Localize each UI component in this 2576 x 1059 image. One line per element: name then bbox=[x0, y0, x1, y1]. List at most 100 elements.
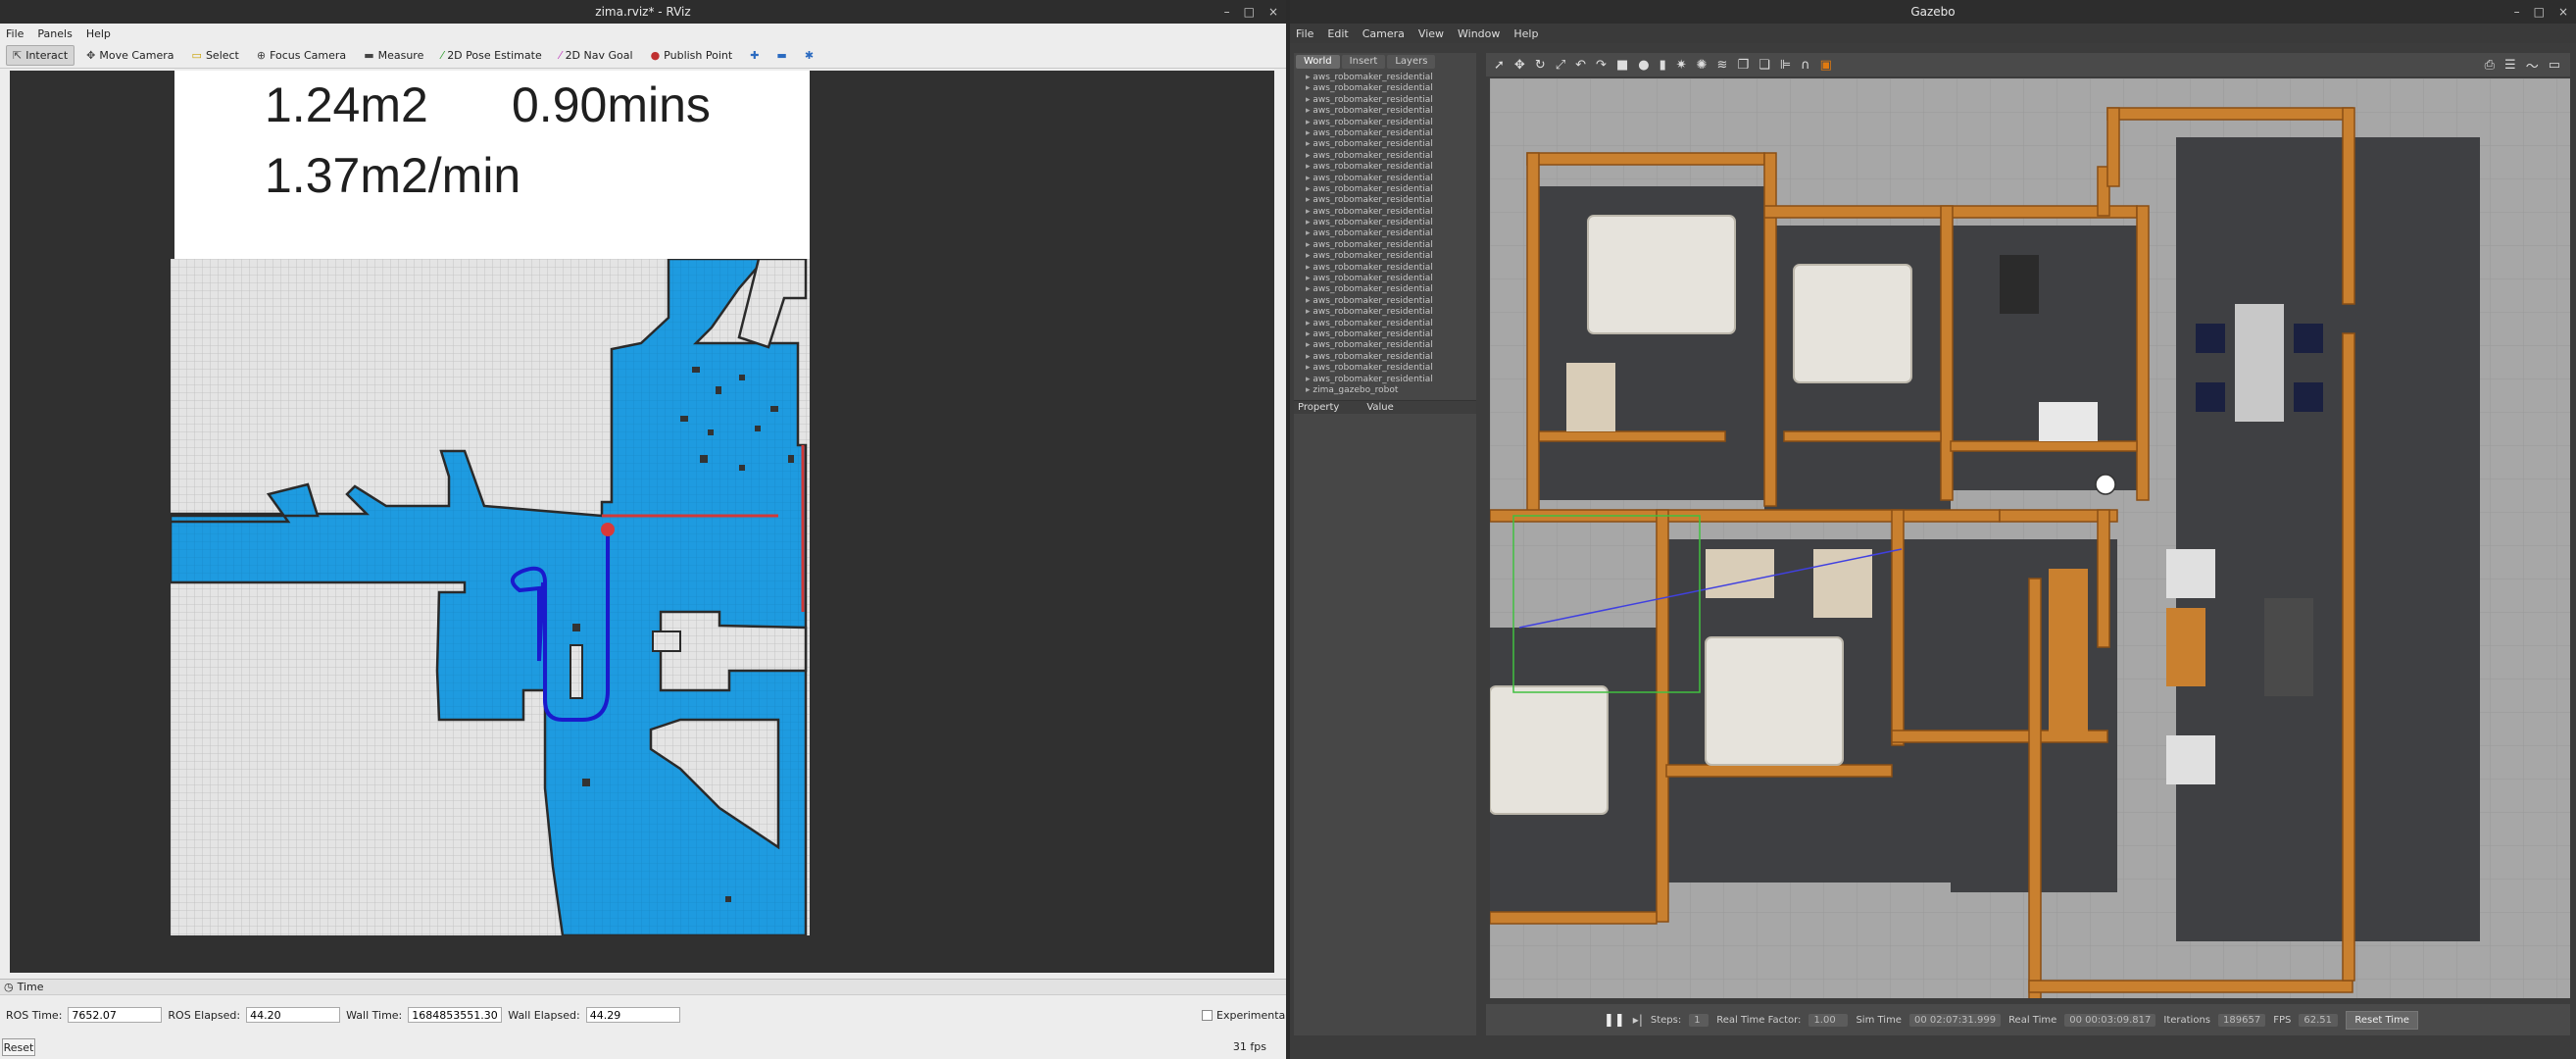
world-tree-item[interactable]: aws_robomaker_residential bbox=[1306, 340, 1476, 351]
scale-mode-icon[interactable]: ⤢ bbox=[1556, 58, 1565, 73]
world-tree-item[interactable]: aws_robomaker_residential bbox=[1306, 296, 1476, 307]
undo-icon[interactable]: ↶ bbox=[1575, 58, 1586, 73]
tool-2d-nav-goal[interactable]: ⁄ 2D Nav Goal bbox=[554, 46, 639, 65]
minimize-icon[interactable]: – bbox=[2514, 5, 2520, 19]
world-tree-item[interactable]: aws_robomaker_residential bbox=[1306, 228, 1476, 239]
settings-icon: ✱ bbox=[804, 49, 815, 62]
tool-2d-pose-estimate[interactable]: ⁄ 2D Pose Estimate bbox=[435, 46, 547, 65]
world-tree-item[interactable]: aws_robomaker_residential bbox=[1306, 307, 1476, 318]
maximize-icon[interactable]: □ bbox=[2534, 5, 2545, 19]
world-tree-item[interactable]: aws_robomaker_residential bbox=[1306, 195, 1476, 206]
tool-publish-point[interactable]: ● Publish Point bbox=[645, 46, 739, 65]
world-tree-item[interactable]: aws_robomaker_residential bbox=[1306, 95, 1476, 106]
snap-icon[interactable]: ∩ bbox=[1801, 58, 1810, 73]
directional-light-icon[interactable]: ≋ bbox=[1717, 58, 1728, 73]
rotate-mode-icon[interactable]: ↻ bbox=[1535, 58, 1546, 73]
world-tree-item[interactable]: aws_robomaker_residential bbox=[1306, 128, 1476, 139]
rviz-titlebar[interactable]: zima.rviz* - RViz – □ × bbox=[0, 0, 1286, 24]
world-tree-item[interactable]: aws_robomaker_residential bbox=[1306, 106, 1476, 117]
wall-elapsed-field[interactable] bbox=[585, 1007, 680, 1023]
menu-panels[interactable]: Panels bbox=[37, 27, 72, 40]
wall-time-field[interactable] bbox=[408, 1007, 503, 1023]
tool-label: 2D Nav Goal bbox=[565, 49, 633, 62]
world-tree-item[interactable]: aws_robomaker_residential bbox=[1306, 263, 1476, 274]
pause-icon[interactable]: ❚❚ bbox=[1604, 1013, 1625, 1028]
tool-move-camera[interactable]: ✥ Move Camera bbox=[80, 46, 179, 65]
ros-time-field[interactable] bbox=[68, 1007, 163, 1023]
close-icon[interactable]: × bbox=[2558, 5, 2568, 19]
remove-tool-button[interactable]: ▬ bbox=[770, 46, 792, 65]
align-icon[interactable]: ⊫ bbox=[1780, 58, 1791, 73]
world-tree-item[interactable]: aws_robomaker_residential bbox=[1306, 274, 1476, 284]
copy-icon[interactable]: ❐ bbox=[1737, 58, 1749, 73]
collapse-icon[interactable]: ◷ bbox=[4, 981, 14, 993]
world-tree-item[interactable]: aws_robomaker_residential bbox=[1306, 319, 1476, 329]
box-shape-icon[interactable]: ■ bbox=[1616, 58, 1628, 73]
world-tree-item[interactable]: aws_robomaker_residential bbox=[1306, 363, 1476, 374]
ros-elapsed-field[interactable] bbox=[246, 1007, 341, 1023]
menu-file[interactable]: File bbox=[6, 27, 24, 40]
steps-field[interactable]: 1 bbox=[1689, 1013, 1709, 1027]
tab-insert[interactable]: Insert bbox=[1341, 55, 1386, 69]
world-tree-item[interactable]: aws_robomaker_residential bbox=[1306, 207, 1476, 218]
world-tree-item[interactable]: aws_robomaker_residential bbox=[1306, 118, 1476, 128]
world-tree-item[interactable]: aws_robomaker_residential bbox=[1306, 251, 1476, 262]
world-tree-item[interactable]: aws_robomaker_residential bbox=[1306, 375, 1476, 385]
rviz-3d-view[interactable]: 1.24m2 0.90mins 1.37m2/min bbox=[10, 71, 1274, 973]
translate-mode-icon[interactable]: ✥ bbox=[1514, 58, 1525, 73]
tool-interact[interactable]: ⇱ Interact bbox=[6, 45, 75, 66]
world-tree-item[interactable]: aws_robomaker_residential bbox=[1306, 83, 1476, 94]
paste-icon[interactable]: ❏ bbox=[1759, 58, 1770, 73]
experimental-option[interactable]: Experimental bbox=[1202, 1009, 1286, 1022]
point-light-icon[interactable]: ✷ bbox=[1676, 58, 1687, 73]
menu-file[interactable]: File bbox=[1296, 27, 1313, 40]
tool-measure[interactable]: ▬ Measure bbox=[358, 46, 429, 65]
tab-world[interactable]: World bbox=[1296, 55, 1340, 69]
world-tree-item[interactable]: aws_robomaker_residential bbox=[1306, 73, 1476, 83]
add-tool-button[interactable]: ✚ bbox=[744, 46, 765, 65]
world-tree-item-robot[interactable]: zima_gazebo_robot bbox=[1306, 385, 1476, 396]
world-tree-item[interactable]: aws_robomaker_residential bbox=[1306, 218, 1476, 228]
reset-time-button[interactable]: Reset Time bbox=[2346, 1010, 2418, 1030]
reset-button[interactable]: Reset bbox=[2, 1038, 35, 1056]
select-mode-icon[interactable]: ➚ bbox=[1494, 58, 1505, 73]
close-icon[interactable]: × bbox=[1268, 5, 1278, 19]
world-tree-item[interactable]: aws_robomaker_residential bbox=[1306, 329, 1476, 340]
maximize-icon[interactable]: □ bbox=[1244, 5, 1255, 19]
world-tree-item[interactable]: aws_robomaker_residential bbox=[1306, 139, 1476, 150]
plot-icon[interactable]: 〜 bbox=[2526, 56, 2539, 75]
world-tree-item[interactable]: aws_robomaker_residential bbox=[1306, 174, 1476, 184]
gazebo-titlebar[interactable]: Gazebo – □ × bbox=[1290, 0, 2576, 24]
log-icon[interactable]: ☰ bbox=[2504, 58, 2516, 73]
residential-floorplan bbox=[1490, 78, 2570, 998]
menu-edit[interactable]: Edit bbox=[1327, 27, 1348, 40]
experimental-checkbox[interactable] bbox=[1202, 1010, 1213, 1021]
cylinder-shape-icon[interactable]: ▮ bbox=[1660, 58, 1666, 73]
gazebo-3d-scene[interactable] bbox=[1490, 78, 2570, 998]
minimize-icon[interactable]: – bbox=[1224, 5, 1230, 19]
move-camera-icon: ✥ bbox=[86, 49, 96, 62]
tool-properties-button[interactable]: ✱ bbox=[799, 46, 819, 65]
tool-focus-camera[interactable]: ⊕ Focus Camera bbox=[251, 46, 352, 65]
menu-help[interactable]: Help bbox=[1513, 27, 1538, 40]
redo-icon[interactable]: ↷ bbox=[1596, 58, 1607, 73]
menu-window[interactable]: Window bbox=[1458, 27, 1500, 40]
video-icon[interactable]: ▭ bbox=[2549, 58, 2560, 73]
menu-camera[interactable]: Camera bbox=[1362, 27, 1405, 40]
world-tree-item[interactable]: aws_robomaker_residential bbox=[1306, 352, 1476, 363]
menu-help[interactable]: Help bbox=[86, 27, 111, 40]
world-tree-item[interactable]: aws_robomaker_residential bbox=[1306, 284, 1476, 295]
tab-layers[interactable]: Layers bbox=[1387, 55, 1436, 69]
world-tree-item[interactable]: aws_robomaker_residential bbox=[1306, 240, 1476, 251]
change-view-icon[interactable]: ▣ bbox=[1820, 58, 1832, 73]
tool-select[interactable]: ▭ Select bbox=[186, 46, 245, 65]
rtf-value: 1.00 bbox=[1808, 1013, 1849, 1027]
world-tree-item[interactable]: aws_robomaker_residential bbox=[1306, 162, 1476, 173]
world-tree-item[interactable]: aws_robomaker_residential bbox=[1306, 151, 1476, 162]
step-icon[interactable]: ▸| bbox=[1633, 1013, 1643, 1027]
sphere-shape-icon[interactable]: ● bbox=[1638, 58, 1649, 73]
menu-view[interactable]: View bbox=[1418, 27, 1444, 40]
world-tree-item[interactable]: aws_robomaker_residential bbox=[1306, 184, 1476, 195]
spot-light-icon[interactable]: ✺ bbox=[1697, 58, 1708, 73]
screenshot-icon[interactable]: ⎙ bbox=[2485, 58, 2495, 73]
